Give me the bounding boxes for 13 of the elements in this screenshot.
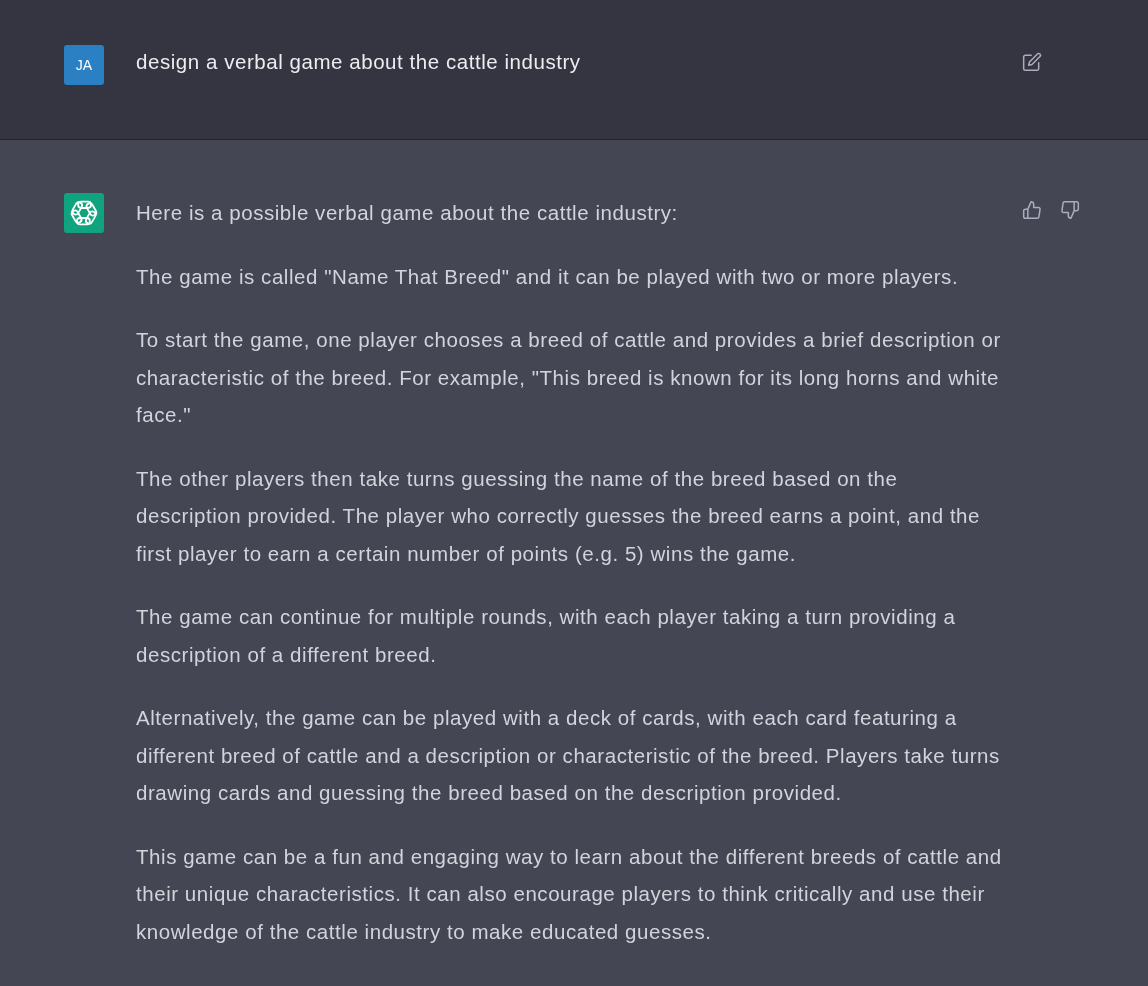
knot-logo-icon	[64, 193, 104, 233]
response-paragraph: The other players then take turns guessing the name of the breed based on the description provided. The player who correctly guesses the breed earns a point, and the first player to earn a certain number of points (e.g. 5) wins the game.	[136, 465, 982, 567]
thumbs-down-icon[interactable]	[1060, 200, 1080, 220]
response-paragraph: Alternatively, the game can be played with a deck of cards, with each card featuring a different breed of cattle and a description or characteristic of the breed. Players take turns drawing cards and guessing the breed based on the description provided.	[136, 705, 1001, 806]
response-paragraph: This game can be a fun and engaging way to learn about the different breeds of cattle and their unique characteristics. It can also encourage players to think critically and use their knowledge of the cattle industry to make educated guesses.	[136, 843, 1003, 945]
edit-icon[interactable]	[1022, 52, 1042, 72]
response-paragraph: Here is a possible verbal game about the cattle industry:	[136, 200, 679, 226]
user-avatar: JA	[64, 45, 104, 85]
response-paragraph: To start the game, one player chooses a breed of cattle and provides a brief description or characteristic of the breed. For example, "This breed is known for its long horns and white face."	[136, 327, 1002, 428]
response-paragraph: The game is called "Name That Breed" and it can be played with two or more players.	[136, 263, 960, 290]
thumbs-up-icon[interactable]	[1022, 200, 1042, 220]
response-paragraph: The game can continue for multiple rounds, with each player taking a turn providing a description of a different breed.	[136, 604, 957, 668]
prompt-text: design a verbal game about the cattle industry	[136, 49, 582, 75]
